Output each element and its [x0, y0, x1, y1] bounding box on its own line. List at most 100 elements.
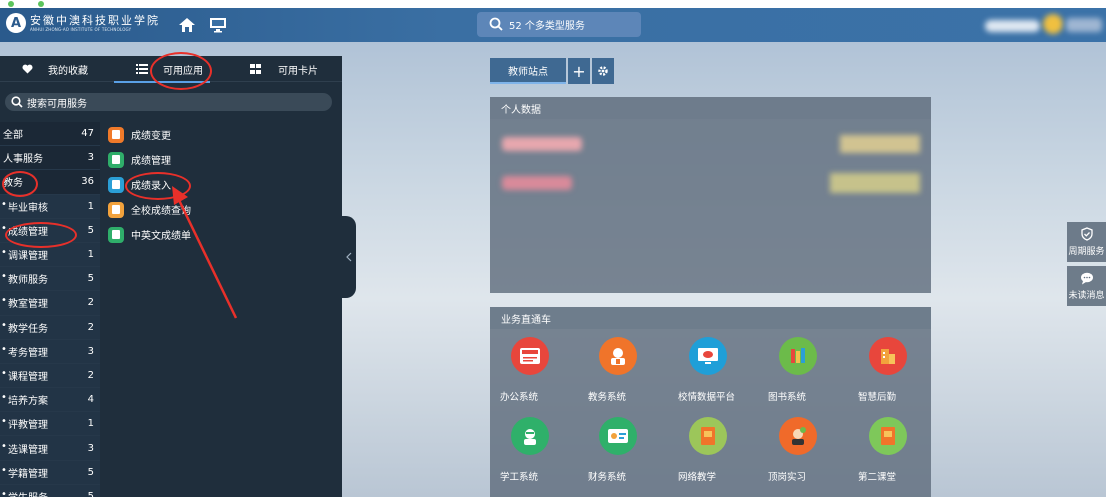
category-name: 评教管理: [1, 416, 48, 431]
biz-item-smart-logistics[interactable]: 智慧后勤: [848, 337, 928, 403]
service-search-placeholder: 搜索可用服务: [27, 98, 87, 110]
chevron-left-icon: [346, 252, 352, 262]
app-panel: 我的收藏 可用应用 可用卡片 搜索可用服务 全部47 人事服务3 教务36 毕业…: [0, 56, 342, 497]
home-icon[interactable]: [176, 15, 198, 35]
office-icon: [511, 337, 549, 375]
category-name: 教室管理: [1, 295, 48, 310]
tab-available-cards[interactable]: 可用卡片: [250, 56, 318, 82]
biz-item-internship[interactable]: 顶岗实习: [758, 417, 838, 483]
personal-data-row[interactable]: [490, 170, 931, 198]
subcategory-item[interactable]: 培养方案 4: [0, 388, 100, 413]
biz-item-campus-data[interactable]: 校情数据平台: [668, 337, 748, 403]
personal-data-row[interactable]: [490, 131, 931, 159]
annotation-circle: [5, 222, 77, 248]
category-count: 2: [87, 369, 94, 381]
category-name: 选课管理: [1, 441, 48, 456]
notebook-icon: [869, 417, 907, 455]
category-name: 学生服务: [1, 489, 48, 497]
app-label: 全校成绩查询: [131, 206, 191, 217]
gear-icon[interactable]: [592, 58, 614, 84]
category-name: 考务管理: [1, 344, 48, 359]
subcategory-item[interactable]: 学籍管理 5: [0, 460, 100, 485]
blurred-item-label: [502, 176, 572, 190]
subcategory-item[interactable]: 评教管理 1: [0, 412, 100, 437]
biz-item-academic[interactable]: 教务系统: [578, 337, 658, 403]
annotation-circle: [150, 52, 212, 90]
tab-favorites[interactable]: 我的收藏: [22, 56, 88, 82]
app-item-school-grade-query[interactable]: 全校成绩查询: [108, 197, 191, 222]
biz-label: 智慧后勤: [858, 392, 897, 403]
app-item-bilingual-transcript[interactable]: 中英文成绩单: [108, 222, 191, 247]
biz-item-library[interactable]: 图书系统: [758, 337, 838, 403]
app-item-grade-management[interactable]: 成绩管理: [108, 147, 191, 172]
category-count: 5: [87, 224, 94, 236]
student-icon: [511, 417, 549, 455]
logo-chinese-name: 安徽中澳科技职业学院: [30, 13, 160, 27]
app-label: 中英文成绩单: [131, 231, 191, 242]
subcategory-item[interactable]: 选课管理 3: [0, 436, 100, 461]
periodic-service-button[interactable]: 周期服务: [1067, 222, 1106, 262]
personal-data-title: 个人数据: [490, 97, 931, 119]
category-count: 5: [87, 466, 94, 478]
biz-item-finance[interactable]: 财务系统: [578, 417, 658, 483]
monitor-icon[interactable]: [207, 15, 229, 35]
periodic-service-label: 周期服务: [1068, 247, 1105, 257]
biz-item-student-affairs[interactable]: 学工系统: [490, 417, 570, 483]
category-count: 36: [81, 176, 94, 188]
personal-data-card: 个人数据: [490, 97, 931, 293]
category-name: 课程管理: [1, 368, 48, 383]
category-count: 3: [87, 152, 94, 164]
category-count: 2: [87, 297, 94, 309]
subcategory-item[interactable]: 课程管理 2: [0, 363, 100, 389]
collapse-panel-button[interactable]: [342, 216, 356, 298]
annotation-circle: [125, 172, 191, 200]
subcategory-item[interactable]: 教室管理 2: [0, 291, 100, 316]
biz-item-office[interactable]: 办公系统: [490, 337, 570, 403]
category-name: 培养方案: [1, 392, 48, 407]
biz-label: 顶岗实习: [768, 472, 807, 483]
avatar[interactable]: [1043, 14, 1063, 34]
biz-item-second-classroom[interactable]: 第二课堂: [848, 417, 928, 483]
biz-label: 教务系统: [588, 392, 627, 403]
app-label: 成绩管理: [131, 156, 171, 167]
worker-icon: [779, 417, 817, 455]
subcategory-item[interactable]: 教师服务 5: [0, 267, 100, 292]
business-shortcut-title: 业务直通车: [490, 307, 931, 329]
blurred-item-value: [830, 173, 920, 193]
subcategory-item[interactable]: 学生服务 5: [0, 484, 100, 497]
add-icon[interactable]: +: [568, 58, 590, 84]
status-dot: [38, 1, 44, 7]
global-search-bar[interactable]: 52 个多类型服务: [477, 12, 641, 37]
user-name-blurred: [1066, 18, 1102, 32]
app-item-grade-change[interactable]: 成绩变更: [108, 122, 191, 147]
category-count: 4: [87, 394, 94, 406]
subcategory-item[interactable]: 毕业审核 1: [0, 194, 100, 219]
category-item[interactable]: 全部 47: [0, 122, 100, 147]
category-name: 毕业审核: [1, 199, 48, 214]
grid-icon: [250, 64, 261, 74]
biz-label: 网络教学: [678, 472, 717, 483]
logo-english-name: ANHUI ZHONG-AO INSTITUTE OF TECHNOLOGY: [30, 26, 132, 32]
unread-messages-button[interactable]: 未读消息: [1067, 266, 1106, 306]
search-summary-text: 52 个多类型服务: [509, 21, 585, 32]
document-icon: [108, 126, 124, 143]
category-count: 3: [87, 345, 94, 357]
search-icon: [489, 17, 503, 34]
category-item[interactable]: 人事服务 3: [0, 146, 100, 171]
service-search-input[interactable]: 搜索可用服务: [5, 93, 332, 111]
user-info-blurred: [985, 20, 1040, 32]
status-dot: [8, 1, 14, 7]
biz-label: 办公系统: [500, 392, 539, 403]
school-logo[interactable]: A 安徽中澳科技职业学院 ANHUI ZHONG-AO INSTITUTE OF…: [6, 13, 160, 33]
biz-item-online-teaching[interactable]: 网络教学: [668, 417, 748, 483]
tab-teacher-site[interactable]: 教师站点: [490, 58, 566, 84]
subcategory-item[interactable]: 考务管理 3: [0, 339, 100, 364]
document-icon: [108, 201, 124, 218]
document-icon: [108, 151, 124, 168]
category-count: 2: [87, 321, 94, 333]
biz-label: 财务系统: [588, 472, 627, 483]
logo-badge-icon: A: [6, 13, 26, 33]
biz-label: 校情数据平台: [678, 392, 736, 403]
top-bar: A 安徽中澳科技职业学院 ANHUI ZHONG-AO INSTITUTE OF…: [0, 8, 1106, 42]
subcategory-item[interactable]: 教学任务 2: [0, 315, 100, 340]
